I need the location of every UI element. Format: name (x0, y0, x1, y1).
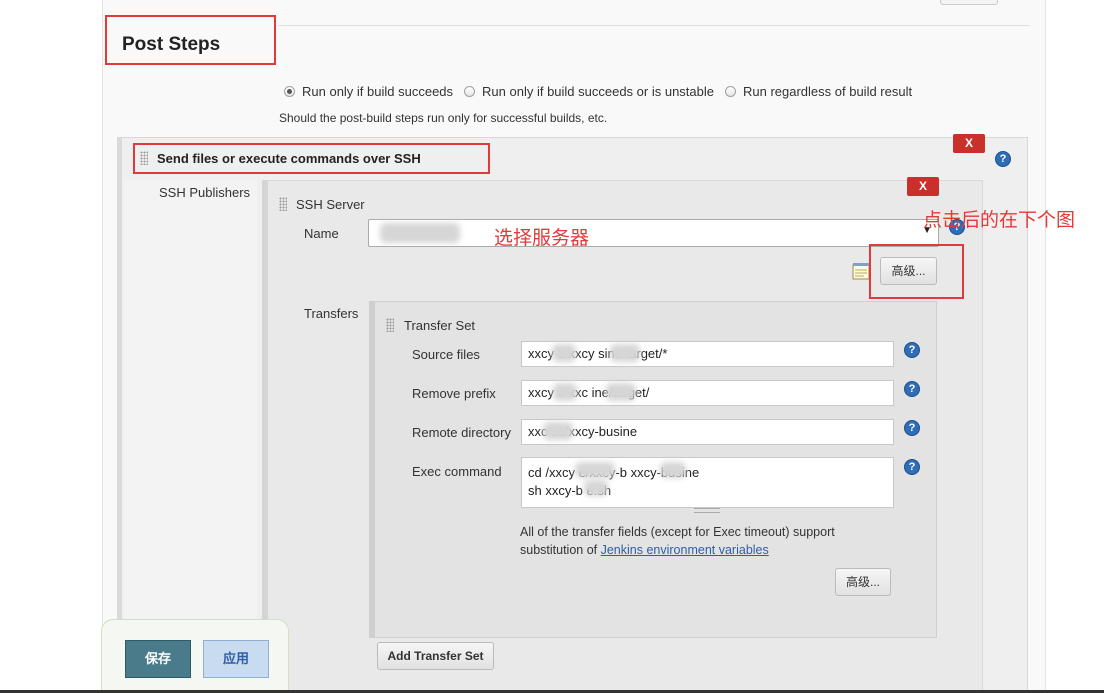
delete-ssh-step-button[interactable]: X (953, 134, 985, 153)
previous-section-button[interactable] (940, 0, 998, 5)
annotation-next-figure: 点击后的在下个图 (923, 210, 1076, 231)
radio-label-unstable: Run only if build succeeds or is unstabl… (482, 84, 714, 99)
annotation-select-server: 选择服务器 (494, 228, 590, 249)
source-files-input[interactable]: xxcy e/xxcy sine/target/* (521, 341, 894, 367)
publishers-label-column (124, 180, 257, 693)
radio-run-if-succeeds[interactable] (284, 86, 295, 97)
textarea-resize-handle[interactable] (694, 508, 720, 513)
help-remote-directory-icon[interactable]: ? (904, 420, 920, 436)
redacted-server-name (380, 223, 460, 243)
post-steps-help-text: Should the post-build steps run only for… (279, 111, 608, 125)
annotation-box-ssh-step (133, 143, 490, 174)
save-button[interactable]: 保存 (125, 640, 191, 678)
jenkins-env-vars-link[interactable]: Jenkins environment variables (601, 543, 769, 557)
radio-run-regardless[interactable] (725, 86, 736, 97)
ssh-server-title: SSH Server (296, 197, 365, 212)
transfer-fields-note: All of the transfer fields (except for E… (520, 523, 880, 559)
redacted-exec-2 (660, 462, 686, 478)
help-remove-prefix-icon[interactable]: ? (904, 381, 920, 397)
redacted-prefix-1 (553, 383, 577, 401)
help-exec-command-icon[interactable]: ? (904, 459, 920, 475)
remote-directory-label: Remote directory (412, 425, 511, 440)
remove-prefix-label: Remove prefix (412, 386, 496, 401)
server-name-label: Name (304, 226, 339, 241)
post-steps-radio-group: Run only if build succeeds Run only if b… (284, 84, 923, 99)
redacted-source-1 (552, 344, 576, 362)
help-source-files-icon[interactable]: ? (904, 342, 920, 358)
annotation-box-title (105, 15, 276, 65)
radio-run-if-unstable[interactable] (464, 86, 476, 97)
transfer-set-title: Transfer Set (404, 318, 476, 333)
delete-ssh-server-button[interactable]: X (907, 177, 939, 196)
remote-directory-input[interactable]: xxc se/xxcy-busine (521, 419, 894, 445)
apply-button[interactable]: 应用 (203, 640, 269, 678)
radio-label-regardless: Run regardless of build result (743, 84, 913, 99)
exec-command-line-2: sh xxcy-b e.sh (528, 483, 612, 498)
redacted-source-2 (610, 344, 640, 362)
section-divider (278, 25, 1030, 26)
radio-label-succeeds: Run only if build succeeds (302, 84, 454, 99)
ssh-publishers-label: SSH Publishers (159, 185, 251, 200)
help-ssh-step-icon[interactable]: ? (995, 151, 1011, 167)
source-files-label: Source files (412, 347, 480, 362)
redacted-exec-3 (584, 480, 608, 496)
annotation-box-advanced (869, 244, 964, 299)
redacted-prefix-2 (606, 383, 636, 401)
redacted-exec-1 (575, 462, 615, 478)
drag-handle-ssh-server[interactable] (279, 197, 287, 211)
drag-handle-transfer-set[interactable] (386, 318, 394, 332)
add-transfer-set-button[interactable]: Add Transfer Set (377, 642, 494, 670)
redacted-remote-dir (543, 422, 573, 440)
transfers-label: Transfers (304, 306, 359, 321)
transfer-advanced-button[interactable]: 高级... (835, 568, 891, 596)
exec-command-label: Exec command (412, 464, 502, 479)
